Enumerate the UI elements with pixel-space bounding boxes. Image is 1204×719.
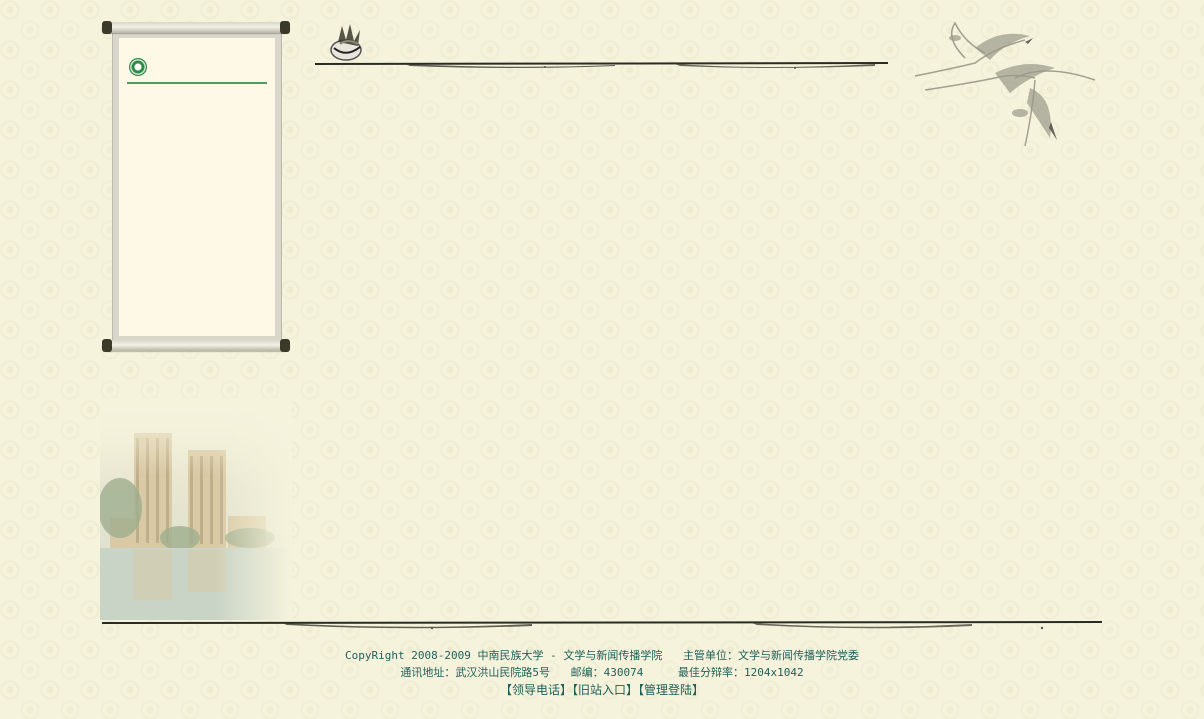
footer-line-1: CopyRight 2008-2009 中南民族大学 - 文学与新闻传播学院 主… [0,647,1204,664]
brush-divider-bottom [102,621,1102,630]
scroll-body [112,32,282,342]
old-site-link[interactable]: 【旧站入口】 [572,683,638,697]
university-seal-icon [129,58,147,76]
scroll-panel [102,21,290,352]
cranes-painting [914,21,1096,147]
copyright-text: CopyRight 2008-2009 中南民族大学 - 文学与新闻传播学院 [345,649,663,662]
scroll-rod-top [102,21,290,34]
admin-login-link[interactable]: 【管理登陆】 [638,683,704,697]
leader-phone-link[interactable]: 【领导电话】 [500,683,572,697]
address-text: 通讯地址：武汉洪山民院路5号 [400,666,550,679]
brush-divider-top [315,62,888,69]
ink-painting-icon [330,24,362,61]
footer-links: 【领导电话】【旧站入口】【管理登陆】 [0,682,1204,699]
campus-building-photo [100,398,292,620]
host-unit-text: 主管单位：文学与新闻传播学院党委 [682,649,859,662]
postcode-text: 邮编：430074 [570,666,644,679]
scroll-rod-bottom [102,339,290,352]
scroll-divider [127,82,267,84]
resolution-text: 最佳分辩率：1204x1042 [678,666,804,679]
scroll-paper [119,38,275,336]
footer-line-2: 通讯地址：武汉洪山民院路5号 邮编：430074 最佳分辩率：1204x1042 [0,664,1204,681]
